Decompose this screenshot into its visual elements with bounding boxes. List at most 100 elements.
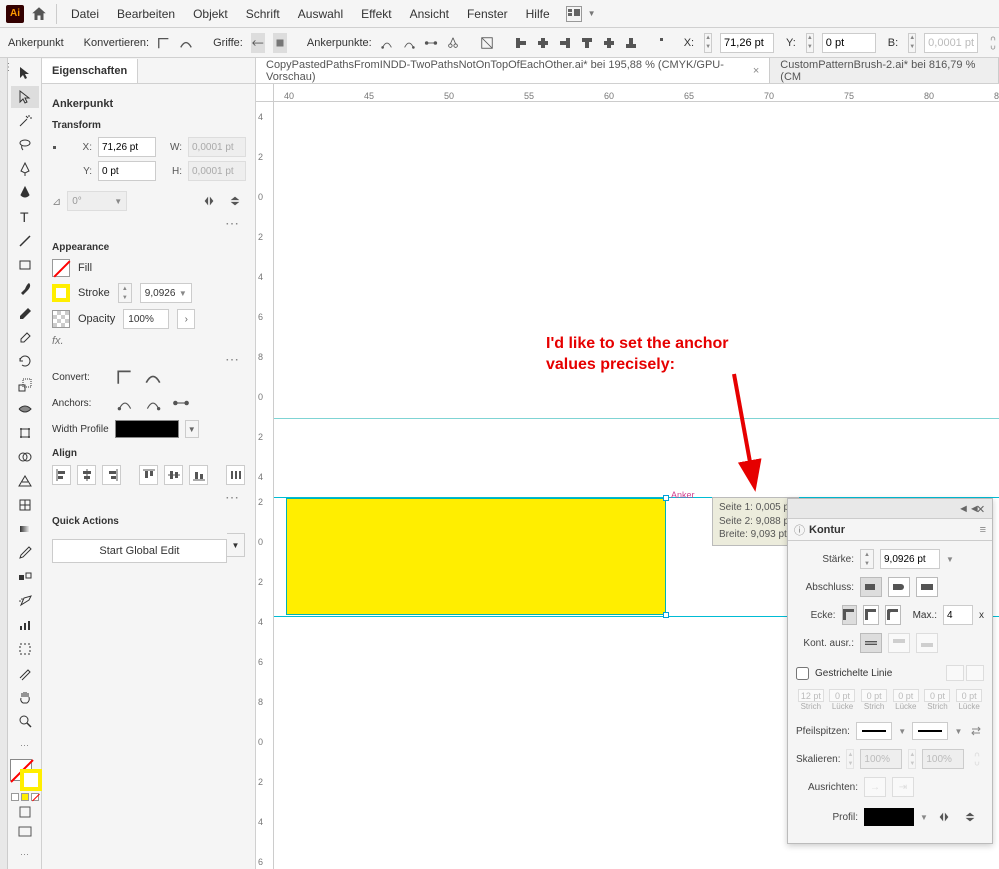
- yellow-rectangle[interactable]: [286, 498, 666, 615]
- perspective-tool[interactable]: [11, 470, 39, 492]
- distribute-btn[interactable]: [226, 465, 245, 485]
- menu-fenster[interactable]: Fenster: [461, 3, 514, 25]
- panel-close-icon[interactable]: ✕: [976, 503, 988, 515]
- menu-objekt[interactable]: Objekt: [187, 3, 234, 25]
- opacity-value[interactable]: 100%: [123, 309, 169, 329]
- menu-datei[interactable]: Datei: [65, 3, 105, 25]
- convert-corner-btn[interactable]: [116, 368, 134, 386]
- eraser-tool[interactable]: [11, 326, 39, 348]
- align-top-btn[interactable]: [139, 465, 158, 485]
- close-tab-1-icon[interactable]: ×: [753, 65, 759, 77]
- align-hc-icon[interactable]: [536, 33, 550, 53]
- color-mode-icon[interactable]: [11, 793, 19, 801]
- artboard-tool[interactable]: [11, 638, 39, 660]
- ruler-origin[interactable]: [256, 84, 274, 102]
- remove-anchor-icon[interactable]: [380, 33, 394, 53]
- panel-y-input[interactable]: [98, 161, 156, 181]
- workspace-switcher[interactable]: [566, 6, 582, 22]
- lasso-tool[interactable]: [11, 134, 39, 156]
- b-stepper[interactable]: ▲▼: [908, 33, 916, 53]
- remove-anchor-btn[interactable]: [116, 394, 134, 412]
- miter-limit-input[interactable]: [943, 605, 973, 625]
- connect-anchor-icon[interactable]: [424, 33, 438, 53]
- align-hl-icon[interactable]: [514, 33, 528, 53]
- curvature-tool[interactable]: [11, 182, 39, 204]
- reference-point-icon[interactable]: [658, 33, 672, 53]
- paintbrush-tool[interactable]: [11, 278, 39, 300]
- panel-x-input[interactable]: [98, 137, 156, 157]
- weight-stepper[interactable]: ▲▼: [860, 549, 874, 569]
- align-vc-icon[interactable]: [602, 33, 616, 53]
- document-tab-1[interactable]: CopyPastedPathsFromINDD-TwoPathsNotOnTop…: [256, 58, 770, 83]
- align-right-btn[interactable]: [102, 465, 121, 485]
- fx-label[interactable]: fx.: [52, 335, 245, 347]
- column-graph-tool[interactable]: [11, 614, 39, 636]
- horizontal-ruler[interactable]: 40 45 50 55 60 65 70 75 80 85: [274, 84, 999, 102]
- type-tool[interactable]: T: [11, 206, 39, 228]
- mesh-tool[interactable]: [11, 494, 39, 516]
- hand-tool[interactable]: [11, 686, 39, 708]
- weight-input[interactable]: [880, 549, 940, 569]
- cap-butt-btn[interactable]: [860, 577, 882, 597]
- panel-tab-strip[interactable]: ⋮⋮: [0, 58, 8, 869]
- handles-hide-icon[interactable]: [273, 33, 287, 53]
- join-round-btn[interactable]: [863, 605, 879, 625]
- opacity-chevron-icon[interactable]: ›: [177, 309, 195, 329]
- join-miter-btn[interactable]: [842, 605, 858, 625]
- scale-tool[interactable]: [11, 374, 39, 396]
- swap-arrowheads-icon[interactable]: [968, 721, 984, 741]
- document-tab-2[interactable]: CustomPatternBrush-2.ai* bei 816,79 % (C…: [770, 58, 999, 83]
- width-profile-select[interactable]: [115, 420, 179, 438]
- edit-toolbar-icon[interactable]: ⋯: [20, 849, 29, 860]
- menu-ansicht[interactable]: Ansicht: [404, 3, 455, 25]
- constrain-proportions-icon[interactable]: [986, 33, 999, 53]
- gradient-tool[interactable]: [11, 518, 39, 540]
- vertical-ruler[interactable]: 4 2 0 2 4 6 8 0 2 4 2 0 2 4 6 8 0 2 4 6: [256, 102, 274, 869]
- direct-selection-tool[interactable]: [11, 86, 39, 108]
- shape-builder-tool[interactable]: [11, 446, 39, 468]
- rectangle-tool[interactable]: [11, 254, 39, 276]
- pen-tool[interactable]: [11, 158, 39, 180]
- align-left-btn[interactable]: [52, 465, 71, 485]
- convert-corner-icon[interactable]: [157, 33, 171, 53]
- align-hr-icon[interactable]: [558, 33, 572, 53]
- tool-options-icon[interactable]: ⋯: [20, 740, 29, 751]
- menu-effekt[interactable]: Effekt: [355, 3, 397, 25]
- global-edit-dropdown-icon[interactable]: ▼: [227, 533, 245, 557]
- none-mode-icon[interactable]: [31, 793, 39, 801]
- profile-flip-v-icon[interactable]: [960, 807, 980, 827]
- properties-tab[interactable]: Eigenschaften: [42, 59, 138, 83]
- gradient-mode-icon[interactable]: [21, 793, 29, 801]
- blend-tool[interactable]: [11, 566, 39, 588]
- panel-menu-icon[interactable]: ≡: [980, 524, 986, 536]
- handles-show-icon[interactable]: [251, 33, 265, 53]
- align-vb-icon[interactable]: [624, 33, 638, 53]
- flip-vertical-icon[interactable]: [225, 191, 245, 211]
- magic-wand-tool[interactable]: [11, 110, 39, 132]
- guide-line[interactable]: [274, 418, 999, 419]
- width-tool[interactable]: [11, 398, 39, 420]
- align-bottom-btn[interactable]: [189, 465, 208, 485]
- stroke-color-swatch[interactable]: [52, 284, 70, 302]
- align-vcenter-btn[interactable]: [164, 465, 183, 485]
- kontur-tab[interactable]: Kontur: [809, 524, 845, 536]
- symbol-sprayer-tool[interactable]: [11, 590, 39, 612]
- transform-more-icon[interactable]: ⋯: [52, 215, 241, 232]
- weight-dropdown-icon[interactable]: ▼: [946, 555, 954, 564]
- selection-tool[interactable]: [11, 62, 39, 84]
- stroke-weight-select[interactable]: 9,0926▼: [140, 283, 192, 303]
- cut-anchor-icon[interactable]: [446, 33, 460, 53]
- flip-horizontal-icon[interactable]: [199, 191, 219, 211]
- global-edit-button[interactable]: Start Global Edit: [52, 539, 227, 563]
- width-profile-dropdown-icon[interactable]: ▼: [185, 420, 199, 438]
- dashed-line-checkbox[interactable]: [796, 667, 809, 680]
- isolate-icon[interactable]: [480, 33, 494, 53]
- fill-color-swatch[interactable]: [52, 259, 70, 277]
- align-hcenter-btn[interactable]: [77, 465, 96, 485]
- slice-tool[interactable]: [11, 662, 39, 684]
- line-tool[interactable]: [11, 230, 39, 252]
- align-more-icon[interactable]: ⋯: [52, 489, 241, 506]
- cap-projecting-btn[interactable]: [916, 577, 938, 597]
- convert-smooth-icon[interactable]: [179, 33, 193, 53]
- stroke-swatch[interactable]: [20, 769, 42, 791]
